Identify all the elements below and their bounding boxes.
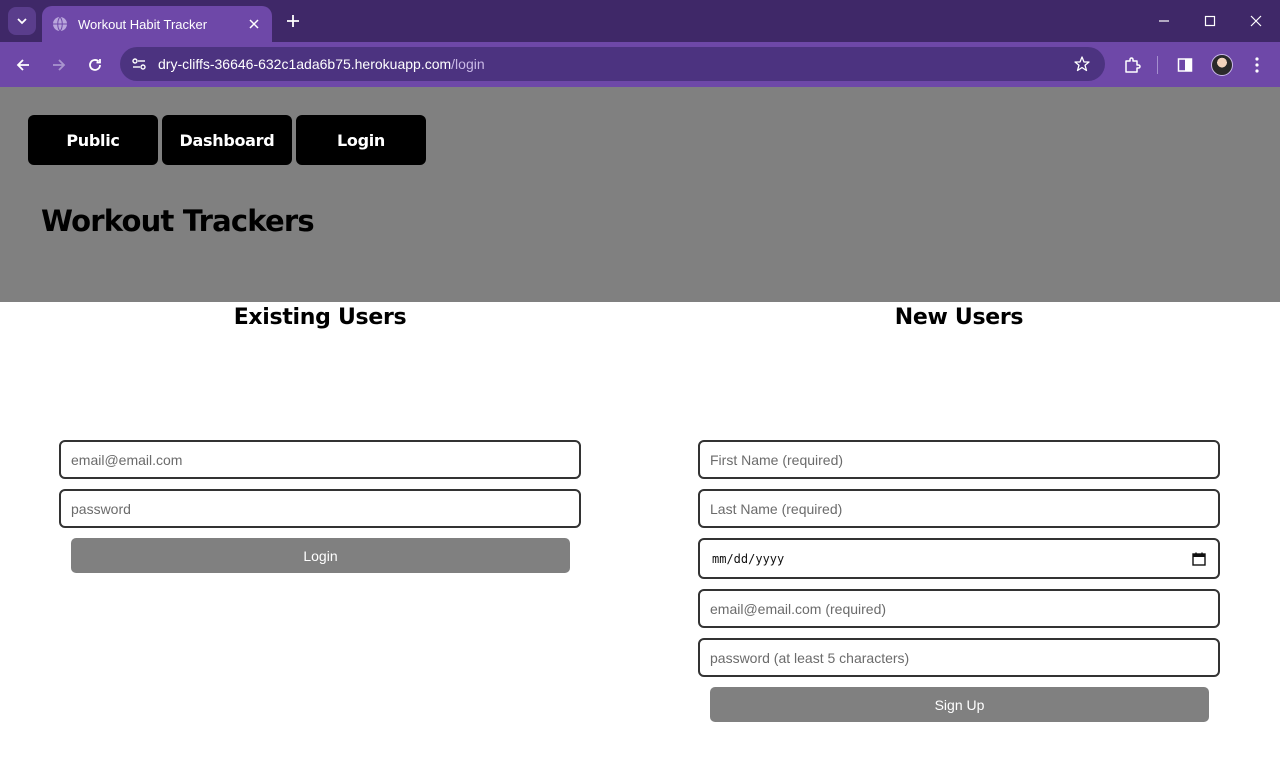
forward-button[interactable]	[46, 52, 72, 78]
bookmark-star-icon[interactable]	[1073, 55, 1091, 73]
nav-link-login[interactable]: Login	[296, 115, 426, 165]
date-placeholder: mm/dd/yyyy	[712, 551, 785, 566]
login-button[interactable]: Login	[71, 538, 570, 573]
nav-link-public[interactable]: Public	[28, 115, 158, 165]
extensions-button[interactable]	[1121, 54, 1143, 76]
new-tab-button[interactable]	[282, 10, 304, 32]
nav-link-dashboard[interactable]: Dashboard	[162, 115, 292, 165]
close-tab-icon[interactable]	[246, 16, 262, 32]
site-title: Workout Trackers	[41, 204, 315, 238]
toolbar-divider	[1157, 56, 1158, 74]
url-text[interactable]: dry-cliffs-36646-632c1ada6b75.herokuapp.…	[158, 56, 485, 72]
site-settings-icon[interactable]	[130, 55, 148, 73]
side-panel-icon	[1177, 58, 1193, 72]
new-users-heading: New Users	[894, 305, 1024, 330]
puzzle-icon	[1125, 57, 1141, 73]
url-host: dry-cliffs-36646-632c1ada6b75.herokuapp.…	[158, 56, 452, 72]
signup-password-input[interactable]	[698, 638, 1220, 677]
tab-search-button[interactable]	[8, 7, 36, 35]
last-name-input[interactable]	[698, 489, 1220, 528]
browser-toolbar: dry-cliffs-36646-632c1ada6b75.herokuapp.…	[0, 42, 1280, 87]
browser-tab[interactable]: Workout Habit Tracker	[42, 6, 272, 42]
more-vertical-icon	[1255, 57, 1259, 73]
address-bar[interactable]: dry-cliffs-36646-632c1ada6b75.herokuapp.…	[120, 47, 1105, 81]
back-button[interactable]	[10, 52, 36, 78]
plus-icon	[287, 15, 299, 27]
first-name-input[interactable]	[698, 440, 1220, 479]
arrow-left-icon	[16, 59, 29, 71]
existing-users-heading: Existing Users	[233, 305, 407, 330]
sign-up-button[interactable]: Sign Up	[710, 687, 1209, 722]
reload-button[interactable]	[82, 52, 108, 78]
arrow-right-icon	[53, 59, 66, 71]
calendar-icon[interactable]	[1192, 552, 1206, 566]
login-password-input[interactable]	[59, 489, 581, 528]
profile-avatar[interactable]	[1211, 54, 1233, 76]
login-email-input[interactable]	[59, 440, 581, 479]
minimize-icon	[1159, 20, 1169, 22]
close-icon	[1250, 15, 1262, 27]
signup-email-input[interactable]	[698, 589, 1220, 628]
tab-title: Workout Habit Tracker	[78, 16, 208, 32]
reload-icon	[89, 59, 101, 71]
side-panel-button[interactable]	[1174, 54, 1196, 76]
chevron-down-icon	[17, 18, 27, 25]
maximize-button[interactable]	[1187, 0, 1233, 42]
birthdate-input[interactable]: mm/dd/yyyy	[698, 538, 1220, 579]
browser-menu-button[interactable]	[1246, 54, 1268, 76]
minimize-button[interactable]	[1141, 0, 1187, 42]
browser-tab-strip: Workout Habit Tracker	[0, 0, 1280, 42]
page-content: Public Dashboard Login Workout Trackers …	[0, 87, 1280, 765]
url-path: /login	[451, 56, 485, 72]
globe-icon	[53, 16, 67, 32]
maximize-icon	[1204, 15, 1216, 27]
close-window-button[interactable]	[1233, 0, 1279, 42]
site-header: Public Dashboard Login Workout Trackers	[0, 87, 1280, 302]
